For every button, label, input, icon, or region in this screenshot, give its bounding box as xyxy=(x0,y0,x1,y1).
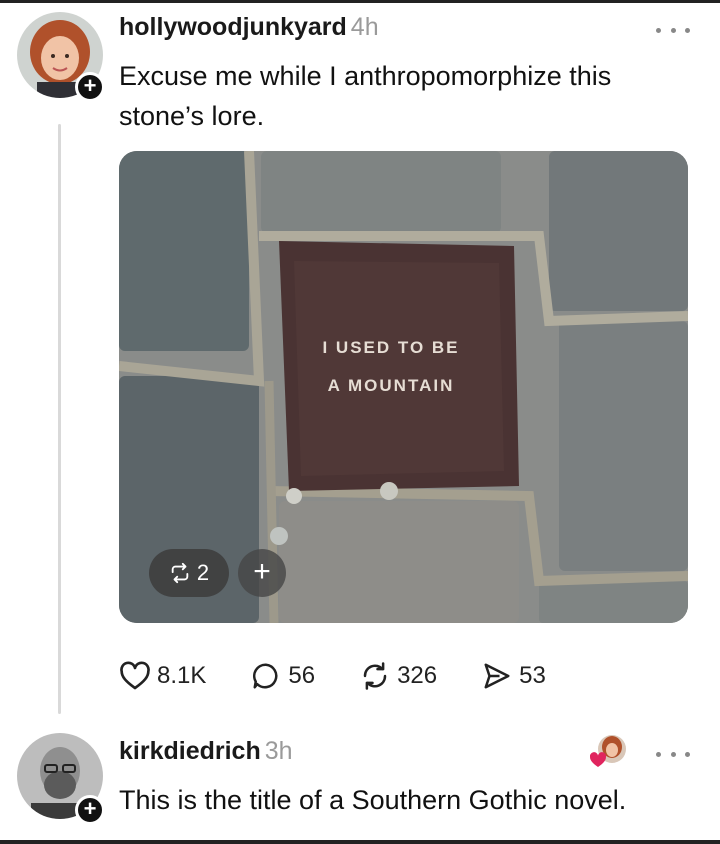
reply-username[interactable]: kirkdiedrich 3h xyxy=(119,737,293,766)
more-icon[interactable] xyxy=(656,20,690,40)
reply-follow-plus-icon[interactable]: + xyxy=(75,795,105,825)
reply-username-text[interactable]: kirkdiedrich xyxy=(119,737,261,765)
post-text-line2: stone’s lore. xyxy=(119,101,265,131)
share-button[interactable]: 53 xyxy=(481,661,546,691)
share-count: 53 xyxy=(519,662,546,689)
repost-small-icon xyxy=(171,562,189,584)
reply-button[interactable]: 56 xyxy=(250,661,315,691)
reply-more-icon[interactable] xyxy=(656,744,690,764)
repost-count: 326 xyxy=(397,662,438,689)
share-icon xyxy=(484,663,510,689)
thread-line xyxy=(58,124,61,714)
comment-icon xyxy=(253,663,278,689)
post-actions: 8.1K 56 326 53 xyxy=(119,656,590,696)
engraving-line1: I USED TO BE xyxy=(322,338,459,357)
image-repost-count: 2 xyxy=(196,560,210,585)
author-username[interactable]: hollywoodjunkyard 4h xyxy=(119,13,379,42)
engraving-line2: A MOUNTAIN xyxy=(328,376,455,395)
heart-icon xyxy=(120,661,150,690)
image-repost-badge[interactable]: 2 xyxy=(149,549,229,597)
post-time: 4h xyxy=(350,13,379,41)
plus-icon[interactable]: + xyxy=(238,549,286,597)
post-text-line1: Excuse me while I anthropomorphize this xyxy=(119,61,612,91)
reply-text: This is the title of a Southern Gothic n… xyxy=(119,785,627,815)
like-button[interactable]: 8.1K xyxy=(119,661,206,691)
post-text: Excuse me while I anthropomorphize this … xyxy=(119,56,611,136)
bottom-border xyxy=(0,840,720,844)
liked-by-author-icon xyxy=(589,733,628,771)
repost-button[interactable]: 326 xyxy=(359,661,437,691)
reply-count: 56 xyxy=(288,662,316,689)
repost-icon xyxy=(363,662,387,690)
top-border xyxy=(0,0,720,3)
reply-time: 3h xyxy=(264,737,293,765)
like-count: 8.1K xyxy=(157,662,207,689)
author-username-text[interactable]: hollywoodjunkyard xyxy=(119,13,347,41)
follow-plus-icon[interactable]: + xyxy=(75,72,105,102)
